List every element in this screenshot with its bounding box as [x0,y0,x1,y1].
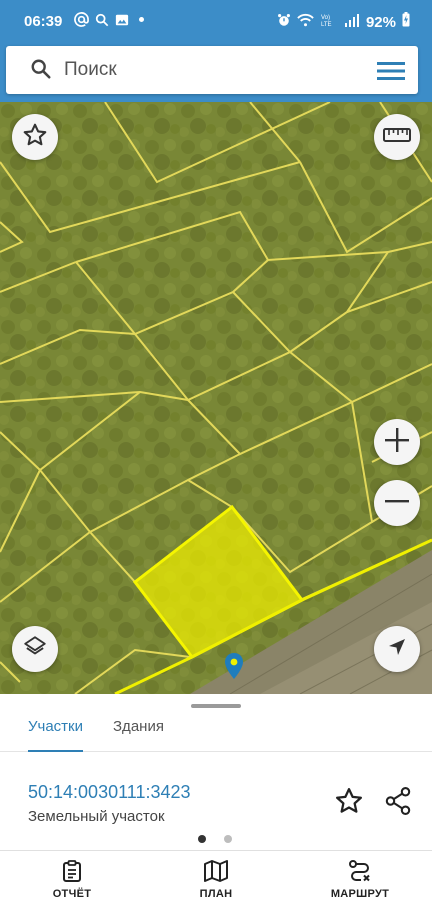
minus-icon [384,488,410,519]
page-dot[interactable] [224,835,232,843]
nav-report[interactable]: ОТЧЁТ [17,857,127,907]
land-type-label: Земельный участок [28,808,165,825]
hamburger-menu-icon[interactable] [376,60,406,87]
layers-button[interactable] [12,626,58,672]
svg-text:Vo): Vo) [321,15,330,21]
nav-plan-label: ПЛАН [199,888,233,900]
parcel-info-sheet: Участки Здания 50:14:0030111:3423 Земель… [0,694,432,850]
status-bar: 06:39 Vo) LTE 92% [0,0,432,40]
zoom-out-button[interactable] [374,480,420,526]
at-icon [74,12,89,27]
notification-dot-icon [139,17,144,22]
page-indicator [198,835,232,843]
nav-report-label: ОТЧЁТ [52,888,92,900]
battery-percent: 92% [365,13,396,31]
volte-icon: Vo) LTE [320,13,338,32]
tab-buildings[interactable]: Здания [113,716,164,752]
clipboard-icon [17,859,127,883]
navigation-arrow-icon [387,637,407,662]
route-icon [305,859,415,883]
cadastral-number[interactable]: 50:14:0030111:3423 [28,782,191,803]
status-time: 06:39 [24,13,63,30]
map-view[interactable] [0,102,432,694]
image-icon [115,13,129,27]
info-tabs: Участки Здания [0,714,432,752]
page-dot-active[interactable] [198,835,206,843]
battery-charging-icon [402,12,410,32]
alarm-icon [277,13,291,32]
share-icon[interactable] [384,786,412,821]
ruler-icon [383,127,411,148]
my-location-button[interactable] [374,626,420,672]
wifi-icon [297,13,314,32]
bottom-navigation: ОТЧЁТ ПЛАН МАРШРУТ [0,850,432,910]
signal-icon [344,13,360,32]
star-outline-icon [22,122,48,153]
search-header [0,40,432,102]
nav-route[interactable]: МАРШРУТ [305,857,415,907]
search-input[interactable] [64,54,354,86]
layers-icon [22,634,48,665]
tab-parcels[interactable]: Участки [28,716,83,752]
zoom-in-button[interactable] [374,419,420,465]
favorite-star-icon[interactable] [334,786,364,821]
location-pin-icon[interactable] [224,652,244,685]
search-icon[interactable] [30,58,52,85]
favorite-map-button[interactable] [12,114,58,160]
svg-text:LTE: LTE [321,22,332,27]
search-bar[interactable] [6,46,418,94]
search-small-icon [95,13,109,27]
measure-ruler-button[interactable] [374,114,420,160]
nav-route-label: МАРШРУТ [330,888,390,900]
map-icon [161,859,271,883]
nav-plan[interactable]: ПЛАН [161,857,271,907]
satellite-map [0,102,432,694]
sheet-drag-handle[interactable] [191,704,241,708]
plus-icon [384,427,410,458]
